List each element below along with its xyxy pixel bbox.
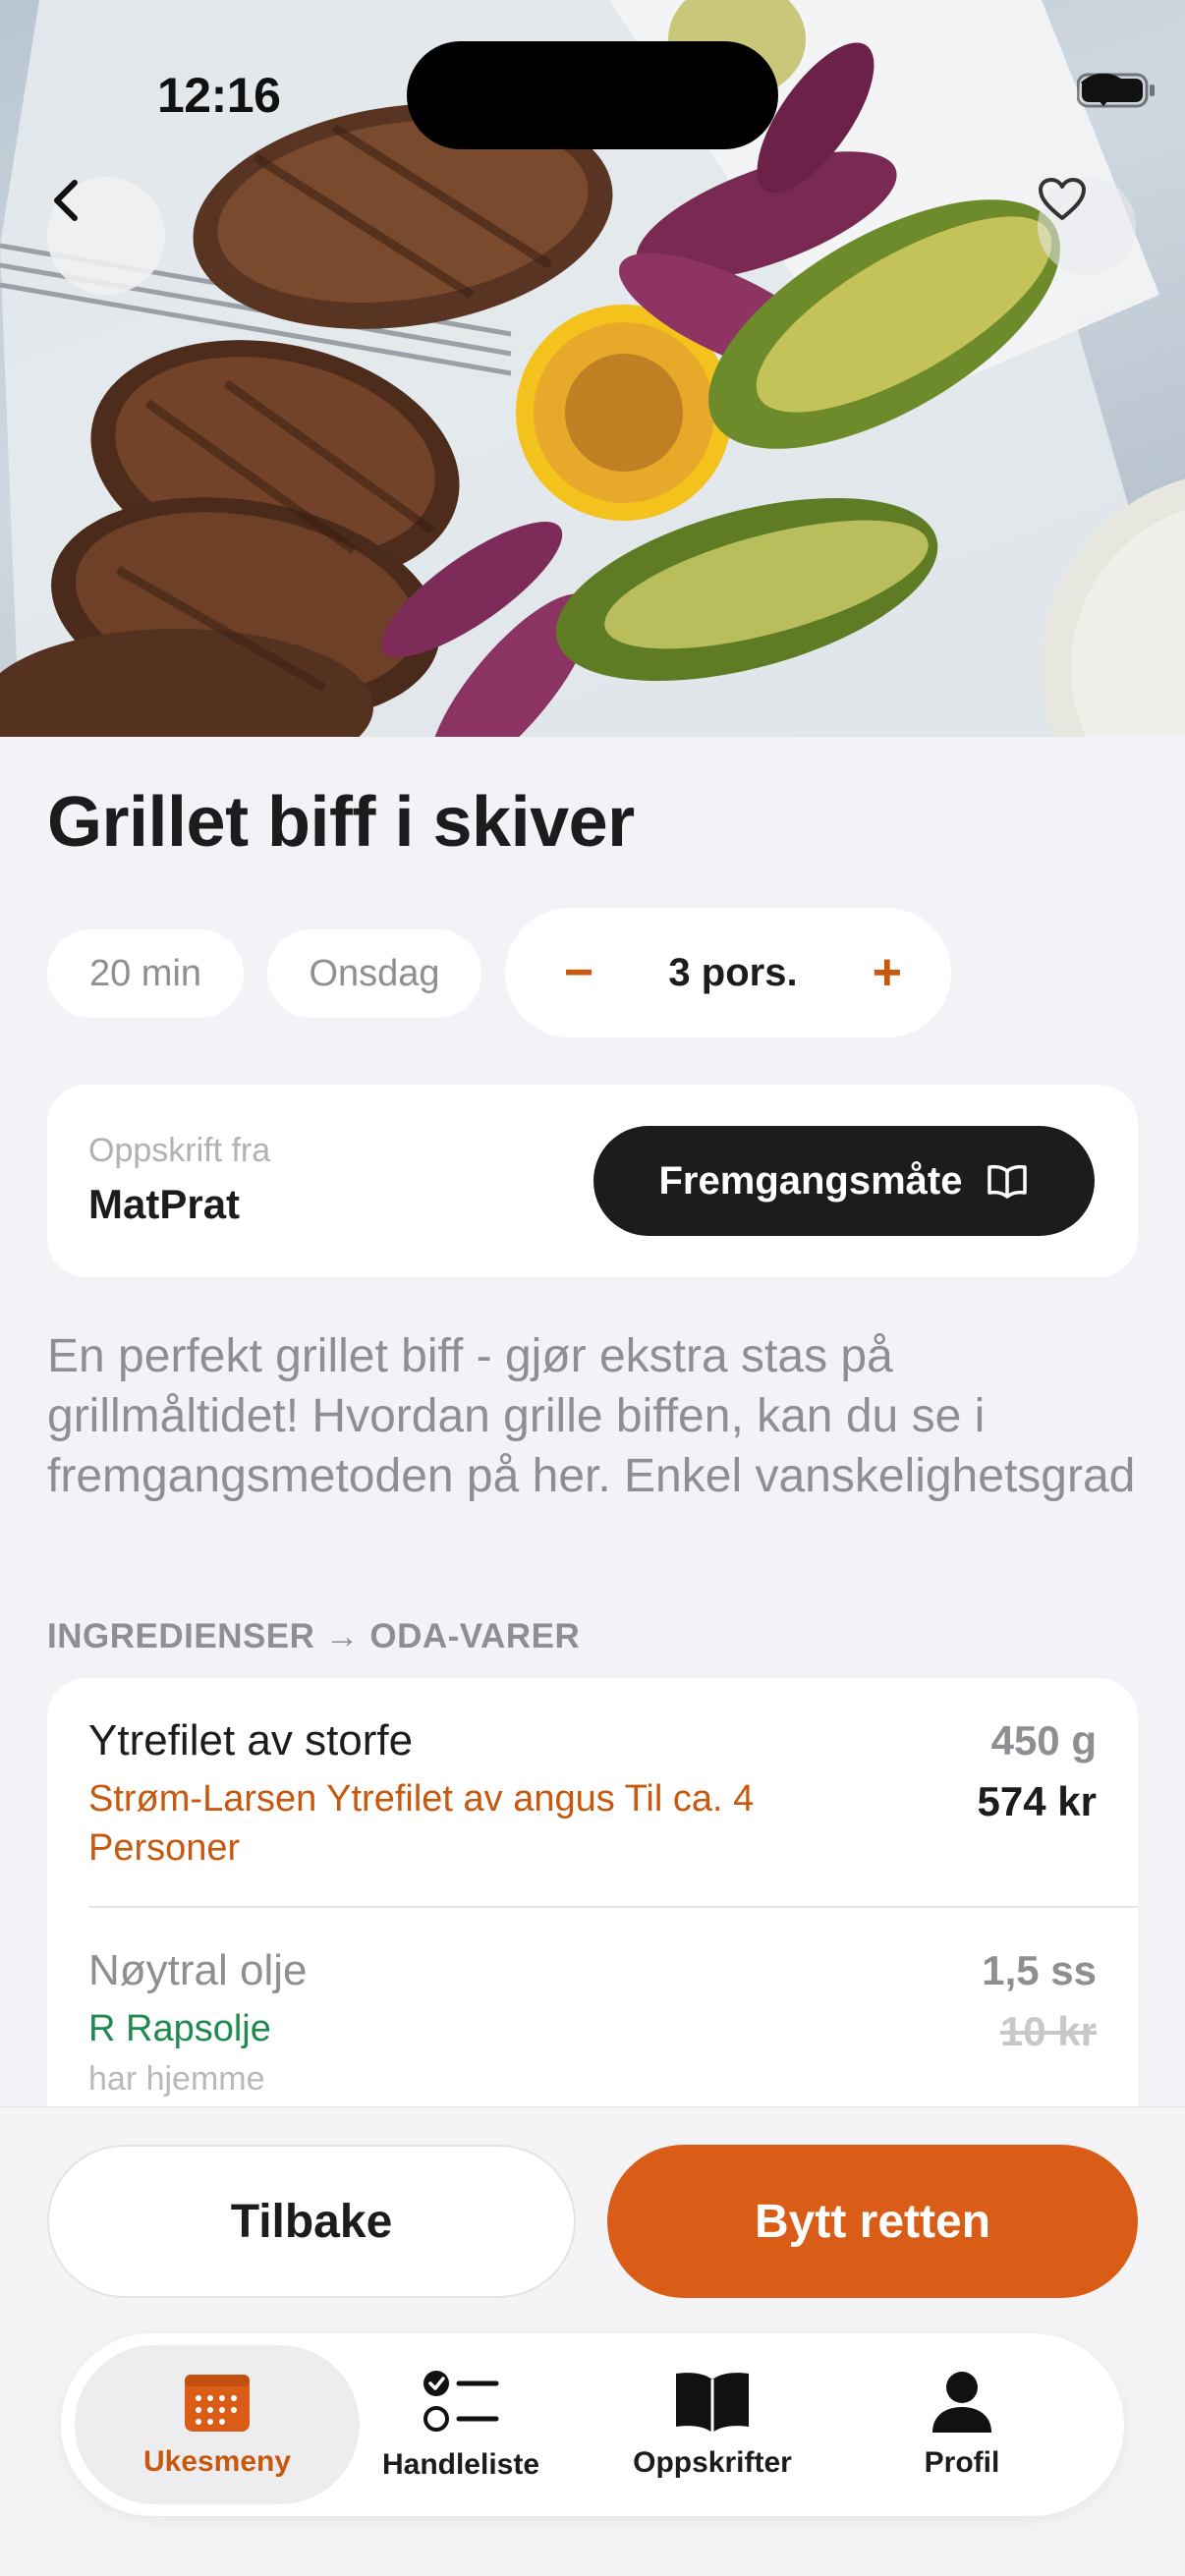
ingredient-name: Nøytral olje: [88, 1946, 308, 1994]
tab-oppskrifter[interactable]: Oppskrifter: [570, 2345, 855, 2504]
recipe-hero-image: 12:16: [0, 0, 1185, 737]
recipe-source-card: Oppskrift fra MatPrat Fremgangsmåte: [47, 1085, 1138, 1277]
day-chip[interactable]: Onsdag: [267, 929, 481, 1018]
time-chip: 20 min: [47, 929, 244, 1018]
swap-recipe-button[interactable]: Bytt retten: [607, 2145, 1138, 2298]
ingredient-name: Ytrefilet av storfe: [88, 1716, 414, 1764]
back-button[interactable]: [47, 177, 165, 295]
decrease-portions-button[interactable]: −: [564, 947, 593, 998]
ingredient-quantity: 1,5 ss: [982, 1947, 1097, 1993]
method-button[interactable]: Fremgangsmåte: [593, 1126, 1095, 1236]
person-icon: [932, 2372, 991, 2433]
divider: [88, 1906, 1138, 1908]
tab-label: Profil: [924, 2446, 1000, 2479]
calendar-icon: [185, 2375, 250, 2432]
book-icon: [676, 2373, 749, 2433]
ingredient-price: 10 kr: [999, 2008, 1097, 2054]
ingredient-row[interactable]: Ytrefilet av storfe Strøm-Larsen Ytrefil…: [88, 1713, 1138, 1873]
ingredients-list: Ytrefilet av storfe Strøm-Larsen Ytrefil…: [47, 1678, 1138, 2120]
method-button-label: Fremgangsmåte: [658, 1158, 963, 1203]
ingredient-quantity: 450 g: [990, 1717, 1097, 1764]
heart-icon: [1039, 178, 1086, 220]
source-label: Oppskrift fra: [88, 1132, 271, 1169]
dynamic-island: [407, 41, 778, 149]
ingredient-product[interactable]: Strøm-Larsen Ytrefilet av angus Til ca. …: [88, 1774, 796, 1873]
increase-portions-button[interactable]: +: [873, 947, 902, 998]
tab-bar: Ukesmeny Handleliste Oppskrifter Profil: [61, 2333, 1124, 2516]
ingredient-row[interactable]: Nøytral olje R Rapsolje har hjemme 1,5 s…: [88, 1943, 1138, 2100]
recipe-title: Grillet biff i skiver: [47, 783, 635, 862]
chevron-left-icon: [54, 180, 78, 221]
tab-ukesmeny[interactable]: Ukesmeny: [75, 2345, 360, 2504]
open-book-icon: [988, 1164, 1028, 1199]
checklist-icon: [423, 2371, 499, 2432]
tab-label: Oppskrifter: [633, 2446, 792, 2479]
ingredients-header: INGREDIENSER → ODA-VARER: [47, 1617, 581, 1655]
tab-handleliste[interactable]: Handleliste: [318, 2345, 603, 2504]
recipe-description: En perfekt grillet biff - gjør ekstra st…: [47, 1330, 1136, 1502]
tab-label: Ukesmeny: [142, 2445, 292, 2478]
tab-label: Handleliste: [381, 2448, 540, 2481]
source-name: MatPrat: [88, 1181, 241, 1227]
tab-profil[interactable]: Profil: [819, 2345, 1104, 2504]
status-time: 12:16: [157, 68, 281, 123]
bottom-action-panel: Tilbake Bytt retten Ukesmeny Handleliste…: [0, 2106, 1185, 2576]
ingredient-note: har hjemme: [88, 2060, 265, 2098]
ingredient-product[interactable]: R Rapsolje: [88, 2004, 796, 2053]
battery-icon: [1077, 73, 1155, 108]
portion-stepper: − 3 pors. +: [505, 908, 951, 1037]
ingredient-price: 574 kr: [977, 1778, 1097, 1824]
portion-value: 3 pors.: [668, 950, 798, 994]
favorite-button[interactable]: [1038, 177, 1136, 275]
back-action-button[interactable]: Tilbake: [47, 2145, 576, 2298]
